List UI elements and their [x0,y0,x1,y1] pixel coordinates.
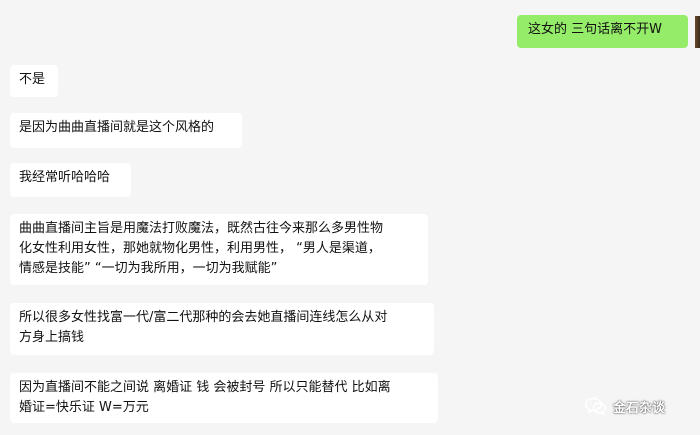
message-text-line: 情感是技能” “一切为我所用，一切为我赋能” [19,261,278,276]
incoming-message-bubble[interactable]: 我经常听哈哈哈 [10,163,131,197]
message-text-line: 婚证=快乐证 W=万元 [19,400,149,415]
outgoing-message-bubble[interactable]: 这女的 三句话离不开W [517,15,688,48]
incoming-message-bubble[interactable]: 所以很多女性找富一代/富二代那种的会去她直播间连线怎么从对 方身上搞钱 [10,303,434,355]
incoming-message-bubble[interactable]: 因为直播间不能之间说 离婚证 钱 会被封号 所以只能替代 比如离 婚证=快乐证 … [10,373,438,423]
chat-window: { "chat": { "outgoing": [ { "lines": ["这… [0,0,700,435]
wechat-icon [585,397,607,415]
incoming-message-bubble[interactable]: 不是 [10,65,58,97]
watermark-text: 金石杂谈 [613,400,666,416]
incoming-message-bubble[interactable]: 曲曲直播间主旨是用魔法打败魔法，既然古往今来那么多男性物 化女性利用女性，那她就… [10,214,428,285]
message-text-line: 因为直播间不能之间说 离婚证 钱 会被封号 所以只能替代 比如离 [19,380,391,395]
message-text-line: 不是 [19,72,46,87]
message-text-line: 我经常听哈哈哈 [19,170,111,185]
message-text-line: 是因为曲曲直播间就是这个风格的 [19,120,215,135]
message-text-line: 这女的 三句话离不开W [528,22,662,37]
watermark: 金石杂谈 [585,394,665,418]
incoming-message-bubble[interactable]: 是因为曲曲直播间就是这个风格的 [10,113,242,148]
message-text-line: 曲曲直播间主旨是用魔法打败魔法，既然古往今来那么多男性物 [19,221,384,236]
user-avatar[interactable] [695,16,700,48]
message-text-line: 所以很多女性找富一代/富二代那种的会去她直播间连线怎么从对 [19,310,388,325]
message-text-line: 方身上搞钱 [19,330,85,345]
message-text-line: 化女性利用女性，那她就物化男性，利用男性， “男人是渠道， [19,241,381,256]
